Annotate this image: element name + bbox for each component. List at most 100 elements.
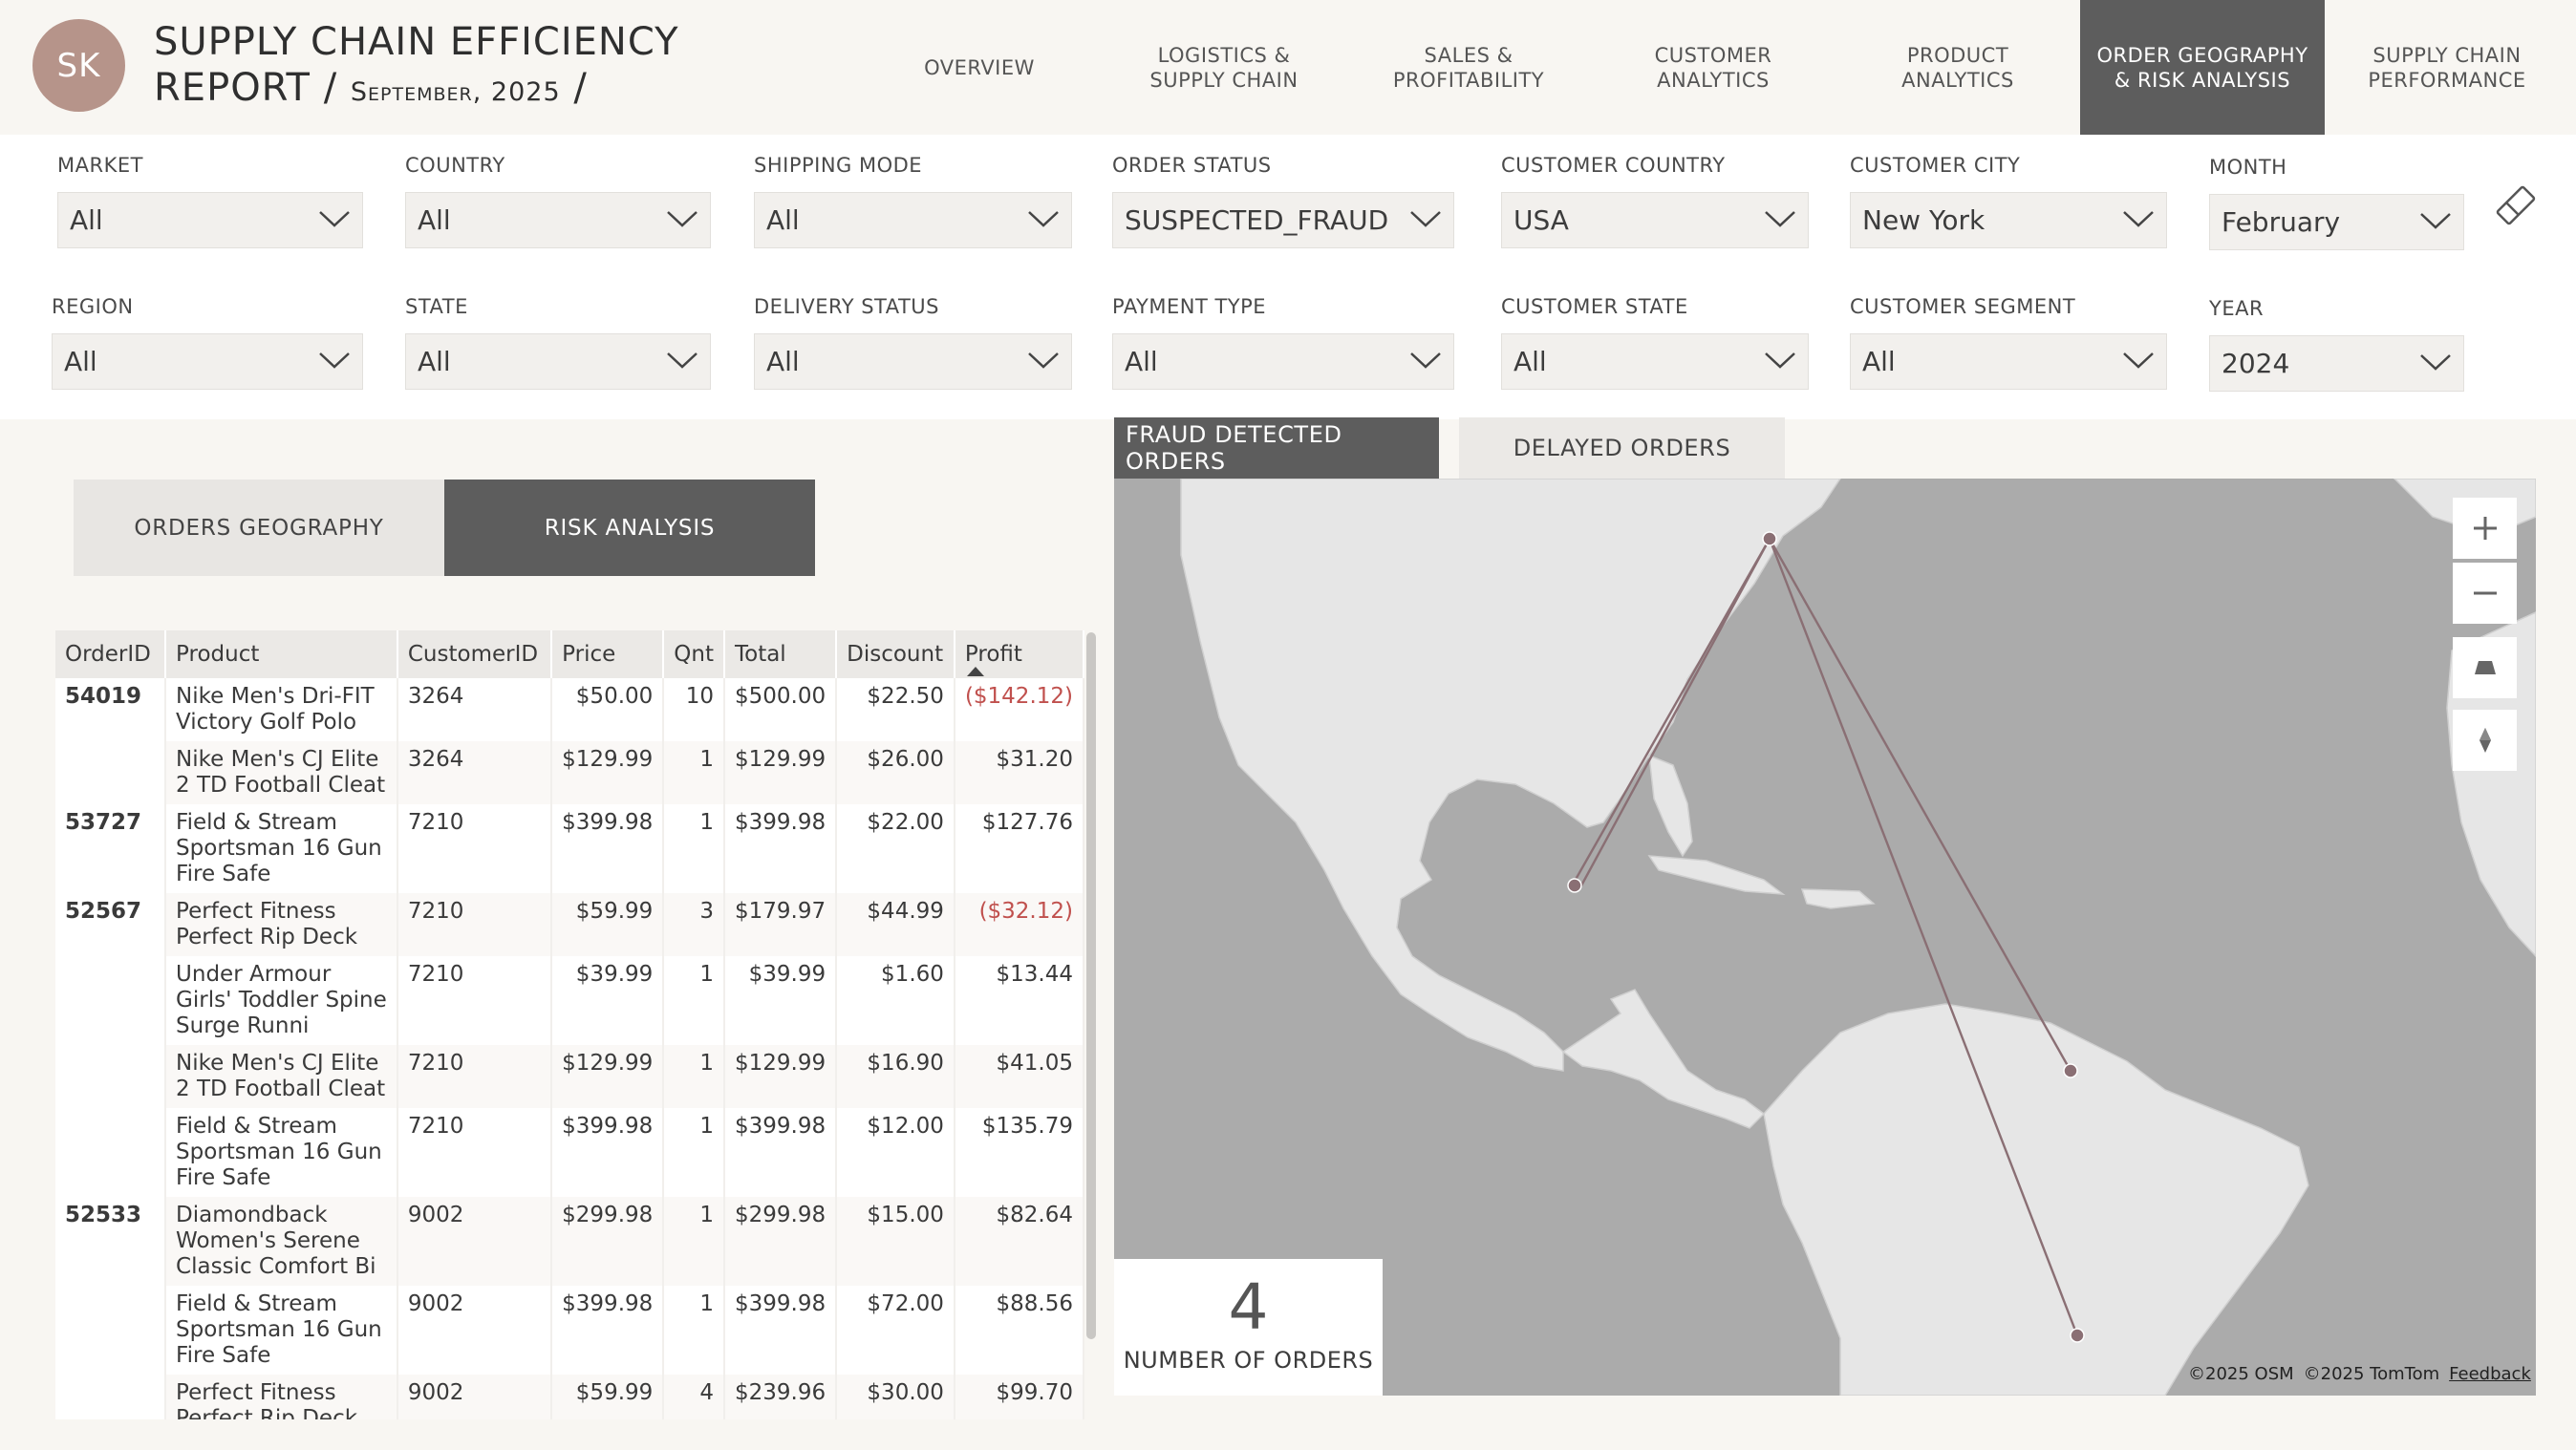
feedback-link[interactable]: Feedback bbox=[2449, 1364, 2531, 1384]
cell-customerid: 7210 bbox=[397, 893, 553, 956]
table-row[interactable]: 54019 Nike Men's Dri-FIT Victory Golf Po… bbox=[55, 678, 1084, 741]
table-row[interactable]: 52567 Perfect Fitness Perfect Rip Deck 7… bbox=[55, 893, 1084, 956]
risk-analysis-button[interactable]: RISK ANALYSIS bbox=[444, 480, 815, 576]
chevron-down-icon bbox=[667, 211, 698, 227]
cell-qnt: 3 bbox=[663, 893, 725, 956]
table-row[interactable]: Perfect Fitness Perfect Rip Deck 9002 $5… bbox=[55, 1375, 1084, 1419]
nav-order-geography[interactable]: ORDER GEOGRAPHY & RISK ANALYSIS bbox=[2080, 0, 2325, 135]
delivery-status-dropdown[interactable]: All bbox=[754, 333, 1072, 390]
cell-qnt: 1 bbox=[663, 1197, 725, 1286]
table-row[interactable]: Nike Men's CJ Elite 2 TD Football Cleat … bbox=[55, 741, 1084, 804]
cell-orderid bbox=[55, 1375, 167, 1419]
cell-total: $239.96 bbox=[723, 1375, 838, 1419]
nav-overview[interactable]: OVERVIEW bbox=[857, 0, 1102, 135]
tab-delayed-orders[interactable]: DELAYED ORDERS bbox=[1459, 417, 1785, 479]
customer-country-dropdown[interactable]: USA bbox=[1501, 192, 1809, 248]
zoom-in-button[interactable] bbox=[2453, 498, 2517, 559]
cell-qnt: 1 bbox=[663, 1045, 725, 1108]
table-scrollbar[interactable] bbox=[1086, 632, 1096, 1339]
col-qnt[interactable]: Qnt bbox=[663, 630, 725, 678]
cell-price: $59.99 bbox=[551, 1375, 665, 1419]
cell-profit: $82.64 bbox=[954, 1197, 1084, 1286]
dropdown-value: All bbox=[1513, 346, 1547, 377]
dropdown-value: All bbox=[1862, 346, 1896, 377]
col-profit[interactable]: Profit bbox=[954, 630, 1084, 678]
filter-label: CUSTOMER CITY bbox=[1850, 154, 2021, 177]
filter-label: MONTH bbox=[2209, 156, 2287, 179]
col-customerid[interactable]: CustomerID bbox=[397, 630, 553, 678]
cell-price: $299.98 bbox=[551, 1197, 665, 1286]
cell-orderid bbox=[55, 741, 167, 804]
country-dropdown[interactable]: All bbox=[405, 192, 711, 248]
zoom-out-button[interactable] bbox=[2453, 563, 2517, 624]
col-price[interactable]: Price bbox=[551, 630, 665, 678]
cell-product: Under Armour Girls' Toddler Spine Surge … bbox=[165, 956, 398, 1045]
table-row[interactable]: Nike Men's CJ Elite 2 TD Football Cleat … bbox=[55, 1045, 1084, 1108]
eraser-icon[interactable] bbox=[2492, 181, 2540, 229]
destination-marker bbox=[2063, 1063, 2078, 1078]
filter-country: COUNTRY All bbox=[405, 154, 711, 248]
customer-segment-dropdown[interactable]: All bbox=[1850, 333, 2167, 390]
compass-button[interactable] bbox=[2453, 710, 2517, 771]
filter-customer-city: CUSTOMER CITY New York bbox=[1850, 154, 2167, 248]
cell-discount: $72.00 bbox=[836, 1286, 955, 1375]
chevron-down-icon bbox=[1765, 352, 1795, 369]
cell-orderid: 53727 bbox=[55, 804, 167, 893]
compass-icon bbox=[2479, 728, 2491, 753]
cell-profit: $13.44 bbox=[954, 956, 1084, 1045]
filter-delivery-status: DELIVERY STATUS All bbox=[754, 295, 1072, 390]
col-discount[interactable]: Discount bbox=[836, 630, 955, 678]
tab-fraud-detected-orders[interactable]: FRAUD DETECTED ORDERS bbox=[1114, 417, 1439, 479]
cell-qnt: 1 bbox=[663, 1286, 725, 1375]
nav-sales[interactable]: SALES & PROFITABILITY bbox=[1346, 0, 1591, 135]
market-dropdown[interactable]: All bbox=[57, 192, 363, 248]
nav-product-analytics[interactable]: PRODUCT ANALYTICS bbox=[1835, 0, 2080, 135]
chevron-down-icon bbox=[319, 211, 350, 227]
table-row[interactable]: 52533 Diamondback Women's Serene Classic… bbox=[55, 1197, 1084, 1286]
shipping-mode-dropdown[interactable]: All bbox=[754, 192, 1072, 248]
dropdown-value: All bbox=[418, 204, 451, 236]
customer-city-dropdown[interactable]: New York bbox=[1850, 192, 2167, 248]
cell-qnt: 1 bbox=[663, 956, 725, 1045]
filter-label: COUNTRY bbox=[405, 154, 505, 177]
map-attribution: ©2025 OSM ©2025 TomTom Feedback bbox=[2188, 1364, 2531, 1384]
orders-map[interactable] bbox=[1114, 479, 2536, 1396]
cell-total: $399.98 bbox=[723, 804, 838, 893]
customer-state-dropdown[interactable]: All bbox=[1501, 333, 1809, 390]
nav-customer-analytics[interactable]: CUSTOMER ANALYTICS bbox=[1591, 0, 1835, 135]
cell-profit: ($32.12) bbox=[954, 893, 1084, 956]
col-total[interactable]: Total bbox=[723, 630, 838, 678]
order-status-dropdown[interactable]: SUSPECTED_FRAUD bbox=[1112, 192, 1454, 248]
chevron-down-icon bbox=[1028, 211, 1059, 227]
cell-total: $500.00 bbox=[723, 678, 838, 741]
attribution-tomtom[interactable]: ©2025 TomTom bbox=[2304, 1364, 2440, 1384]
year-dropdown[interactable]: 2024 bbox=[2209, 335, 2464, 392]
table-row[interactable]: Under Armour Girls' Toddler Spine Surge … bbox=[55, 956, 1084, 1045]
dropdown-value: All bbox=[1125, 346, 1158, 377]
month-dropdown[interactable]: February bbox=[2209, 194, 2464, 250]
table-row[interactable]: Field & Stream Sportsman 16 Gun Fire Saf… bbox=[55, 1286, 1084, 1375]
dropdown-value: All bbox=[64, 346, 97, 377]
kpi-value: 4 bbox=[1228, 1270, 1269, 1344]
tilt-button[interactable] bbox=[2453, 637, 2517, 698]
cell-product: Perfect Fitness Perfect Rip Deck bbox=[165, 893, 398, 956]
nav-supply-chain-performance[interactable]: SUPPLY CHAIN PERFORMANCE bbox=[2325, 0, 2569, 135]
cell-price: $399.98 bbox=[551, 804, 665, 893]
col-product[interactable]: Product bbox=[165, 630, 398, 678]
region-dropdown[interactable]: All bbox=[52, 333, 363, 390]
attribution-osm[interactable]: ©2025 OSM bbox=[2188, 1364, 2294, 1384]
dropdown-value: All bbox=[418, 346, 451, 377]
table-row[interactable]: Field & Stream Sportsman 16 Gun Fire Saf… bbox=[55, 1108, 1084, 1197]
state-dropdown[interactable]: All bbox=[405, 333, 711, 390]
dropdown-value: USA bbox=[1513, 204, 1569, 236]
cell-total: $39.99 bbox=[723, 956, 838, 1045]
filter-label: MARKET bbox=[57, 154, 143, 177]
nav-logistics[interactable]: LOGISTICS & SUPPLY CHAIN bbox=[1102, 0, 1346, 135]
orders-geography-button[interactable]: ORDERS GEOGRAPHY bbox=[74, 480, 444, 576]
dropdown-value: New York bbox=[1862, 204, 1986, 236]
cell-customerid: 7210 bbox=[397, 1045, 553, 1108]
col-orderid[interactable]: OrderID bbox=[55, 630, 167, 678]
dropdown-value: All bbox=[766, 204, 800, 236]
table-row[interactable]: 53727 Field & Stream Sportsman 16 Gun Fi… bbox=[55, 804, 1084, 893]
payment-type-dropdown[interactable]: All bbox=[1112, 333, 1454, 390]
